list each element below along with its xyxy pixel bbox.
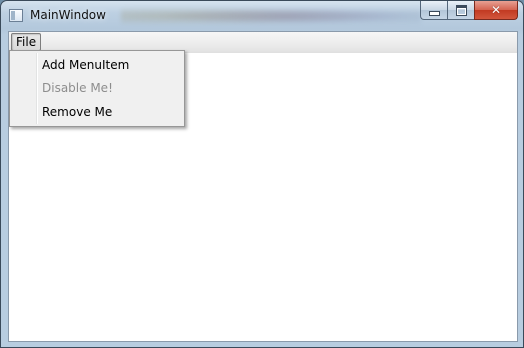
minimize-icon: [428, 10, 440, 16]
menu-item-disable-me: Disable Me!: [42, 81, 113, 95]
maximize-button[interactable]: [447, 1, 474, 20]
menu-file[interactable]: File: [11, 33, 42, 51]
glass-background: [121, 5, 421, 27]
app-window-icon[interactable]: [9, 9, 23, 22]
close-button[interactable]: ✕: [474, 1, 518, 20]
menu-item-add-menuitem[interactable]: Add MenuItem: [12, 54, 182, 76]
window-title: MainWindow: [30, 8, 106, 22]
minimize-button[interactable]: [420, 1, 447, 20]
caption-buttons: ✕: [420, 1, 518, 20]
maximize-icon: [455, 4, 467, 16]
close-icon: ✕: [490, 3, 502, 17]
menu-item-remove-me[interactable]: Remove Me: [12, 101, 182, 123]
file-menu-dropdown: Add MenuItem Disable Me! Remove Me: [9, 50, 185, 127]
